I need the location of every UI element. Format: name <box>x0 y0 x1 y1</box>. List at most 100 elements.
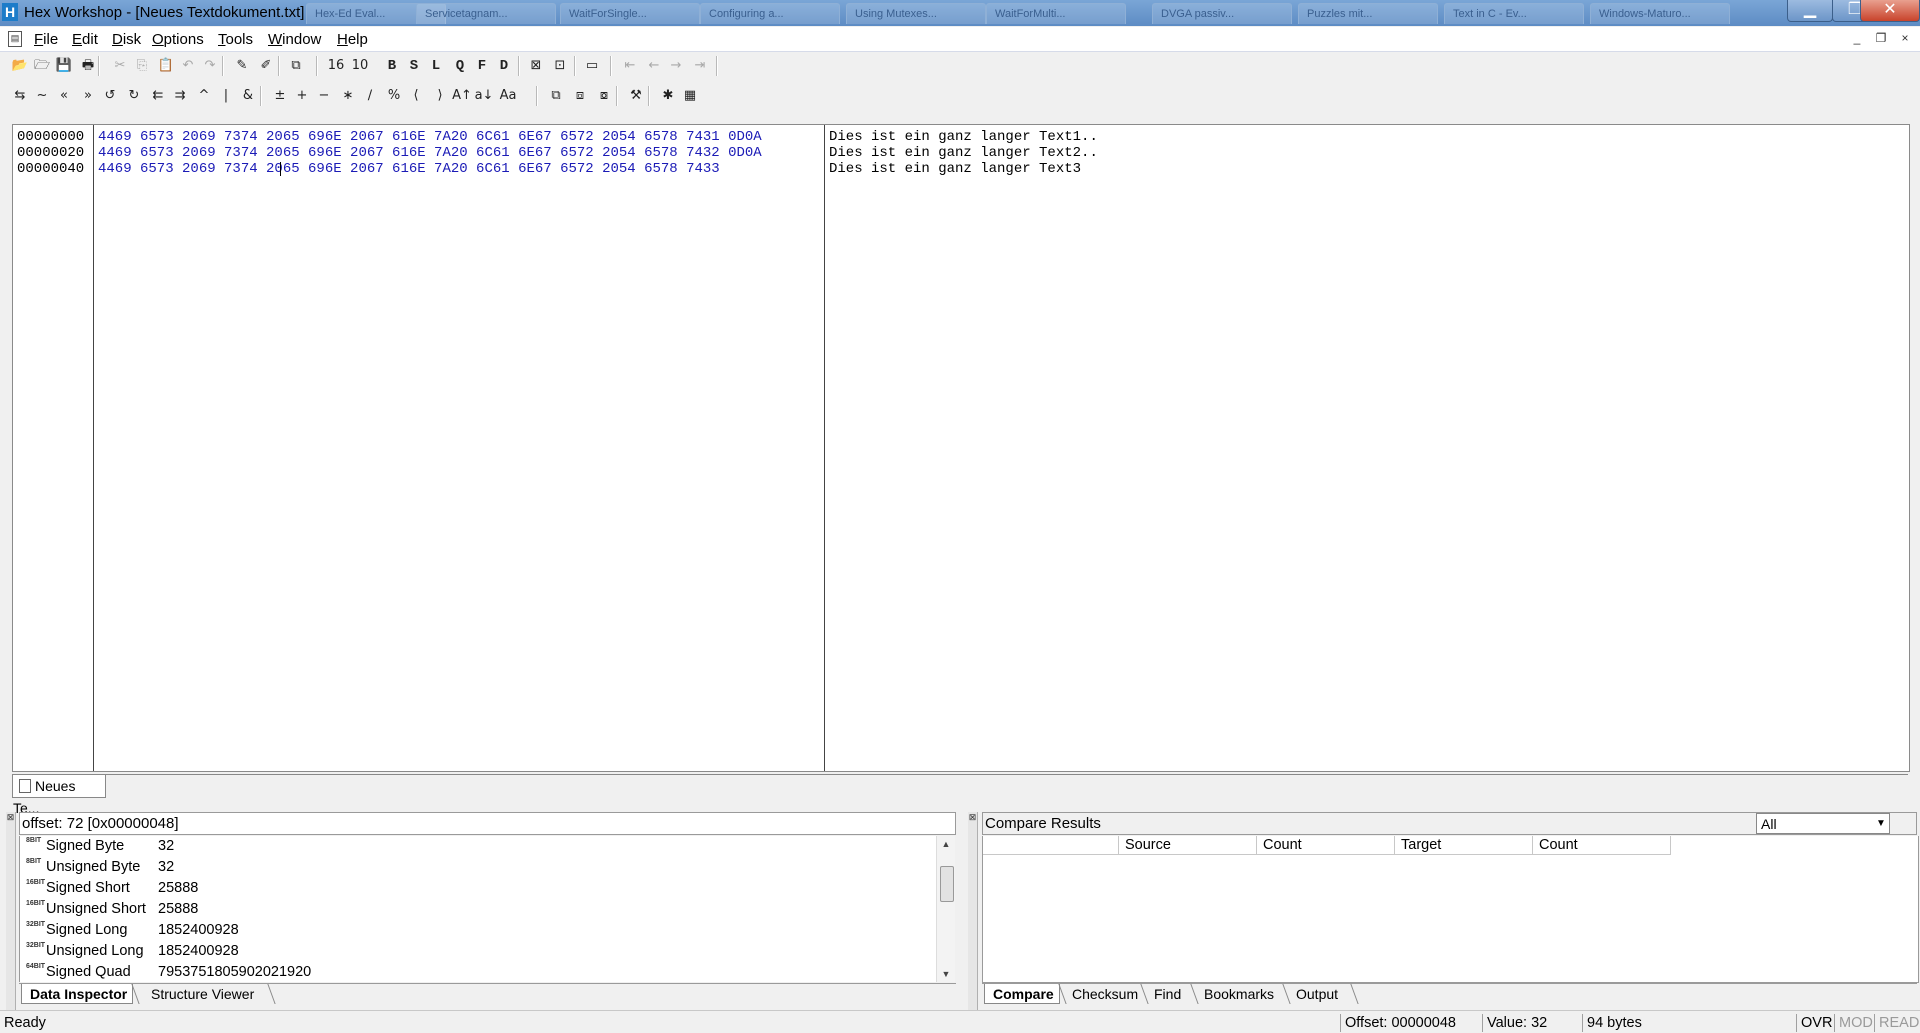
menu-edit[interactable]: Edit <box>72 31 98 48</box>
xor-icon[interactable]: ^ <box>194 86 214 106</box>
compare-icon[interactable]: ⧉ <box>546 86 566 106</box>
chip-icon[interactable]: ✱ <box>658 86 678 106</box>
inspector-row[interactable]: 64BIT Signed Quad 7953751805902021920 <box>20 962 937 982</box>
copy-icon[interactable]: ⎘ <box>132 56 152 76</box>
compare-dock-grip[interactable]: ⊠ <box>968 812 978 1010</box>
mdi-restore-button[interactable]: ❐ <box>1872 31 1890 47</box>
calculator-icon[interactable]: ▦ <box>680 86 700 106</box>
column-header[interactable]: Count <box>1533 836 1671 855</box>
menu-window[interactable]: Window <box>268 31 321 48</box>
upper-bound-icon[interactable]: ⟩ <box>430 86 450 106</box>
ascii-row[interactable]: Dies ist ein ganz langer Text2.. <box>829 145 1098 161</box>
not-icon[interactable]: ~ <box>32 86 52 106</box>
document-tab[interactable]: Neues Te... <box>12 775 106 816</box>
column-header[interactable]: Count <box>1257 836 1395 855</box>
background-window-tab[interactable]: Windows-Maturo... <box>1590 3 1730 24</box>
menu-help[interactable]: Help <box>337 31 368 48</box>
inspector-scrollbar[interactable]: ▲ ▼ <box>936 836 955 982</box>
open-icon[interactable]: 📂 <box>10 56 30 76</box>
background-window-tab[interactable]: Text in C - Ev... <box>1444 3 1584 24</box>
uppercase-icon[interactable]: A↑ <box>452 86 472 106</box>
hex-column[interactable]: 4469 6573 2069 7374 2065 696E 2067 616E … <box>94 125 825 771</box>
ascii-row[interactable]: Dies ist ein ganz langer Text1.. <box>829 129 1098 145</box>
compare-prev-icon[interactable]: ⧇ <box>594 86 614 106</box>
background-window-tab[interactable]: WaitForSingle... <box>560 3 700 24</box>
compare-next-icon[interactable]: ⧈ <box>570 86 590 106</box>
mdi-close-button[interactable]: × <box>1896 31 1914 47</box>
undo-icon[interactable]: ↶ <box>178 56 198 76</box>
hex-row[interactable]: 4469 6573 2069 7374 2065 696E 2067 616E … <box>98 161 720 177</box>
base-hex-icon[interactable]: 16 <box>326 56 346 76</box>
scroll-thumb[interactable] <box>940 866 954 902</box>
tab-bookmarks[interactable]: Bookmarks <box>1196 984 1284 1004</box>
byte-icon[interactable]: B <box>382 56 402 76</box>
inspector-row[interactable]: 32BIT Unsigned Long 1852400928 <box>20 941 937 962</box>
menu-file[interactable]: File <box>34 31 58 48</box>
goto-icon[interactable]: ⧉ <box>286 56 306 76</box>
rotate-right-icon[interactable]: ↻ <box>124 86 144 106</box>
column-header[interactable] <box>983 836 1119 855</box>
subtract-icon[interactable]: − <box>314 86 334 106</box>
tab-find[interactable]: Find <box>1146 984 1192 1004</box>
or-icon[interactable]: | <box>216 86 236 106</box>
compare-filter-select[interactable]: All ▼ <box>1756 813 1890 834</box>
scroll-down-icon[interactable]: ▼ <box>937 966 955 982</box>
add-icon[interactable]: + <box>292 86 312 106</box>
first-icon[interactable]: ⇤ <box>620 56 640 76</box>
window-icon[interactable]: ▭ <box>582 56 602 76</box>
hex-row[interactable]: 4469 6573 2069 7374 2065 696E 2067 616E … <box>98 129 762 145</box>
float-icon[interactable]: F <box>472 56 492 76</box>
background-window-tab[interactable]: Configuring a... <box>700 3 840 24</box>
column-header[interactable]: Source <box>1119 836 1257 855</box>
negate-icon[interactable]: ± <box>270 86 290 106</box>
inspector-row[interactable]: 8BIT Signed Byte 32 <box>20 836 937 857</box>
insert-mode-icon[interactable]: ⊡ <box>550 56 570 76</box>
quad-icon[interactable]: Q <box>450 56 470 76</box>
prev-icon[interactable]: ← <box>644 56 664 76</box>
ascii-row[interactable]: Dies ist ein ganz langer Text3 <box>829 161 1081 177</box>
background-window-tab[interactable]: WaitForMulti... <box>986 3 1126 24</box>
tab-compare[interactable]: Compare <box>984 984 1060 1004</box>
mdi-minimize-button[interactable]: _ <box>1848 31 1866 47</box>
inspector-dock-grip[interactable]: ⊠ <box>6 812 16 1010</box>
block-shift-left-icon[interactable]: ⇇ <box>148 86 168 106</box>
background-window-tab[interactable]: Using Mutexes... <box>846 3 986 24</box>
invert-case-icon[interactable]: Aa <box>498 86 518 106</box>
document-system-menu-icon[interactable]: ▤ <box>8 31 22 47</box>
paste-icon[interactable]: 📋 <box>156 56 176 76</box>
open-folder-icon[interactable]: 🗁 <box>32 56 52 76</box>
base-dec-icon[interactable]: 10 <box>350 56 370 76</box>
inspector-row[interactable]: 8BIT Unsigned Byte 32 <box>20 857 937 878</box>
double-icon[interactable]: D <box>494 56 514 76</box>
tools-icon[interactable]: ⚒ <box>626 86 646 106</box>
modulo-icon[interactable]: % <box>384 86 404 106</box>
cut-icon[interactable]: ✂ <box>110 56 130 76</box>
hex-row[interactable]: 4469 6573 2069 7374 2065 696E 2067 616E … <box>98 145 762 161</box>
inspector-row[interactable]: 32BIT Signed Long 1852400928 <box>20 920 937 941</box>
save-icon[interactable]: 💾 <box>54 56 74 76</box>
lower-bound-icon[interactable]: ⟨ <box>406 86 426 106</box>
tab-checksum[interactable]: Checksum <box>1064 984 1142 1004</box>
inspector-row[interactable]: 16BIT Unsigned Short 25888 <box>20 899 937 920</box>
divide-icon[interactable]: ∕ <box>360 86 380 106</box>
tab-output[interactable]: Output <box>1288 984 1352 1004</box>
tab-structure-viewer[interactable]: Structure Viewer <box>143 984 269 1004</box>
shift-left-icon[interactable]: « <box>54 86 74 106</box>
scroll-up-icon[interactable]: ▲ <box>937 836 955 852</box>
background-window-tab[interactable]: Servicetagnam... <box>416 3 556 24</box>
ascii-column[interactable]: Dies ist ein ganz langer Text1.. Dies is… <box>825 125 1909 771</box>
swap-icon[interactable]: ⇆ <box>10 86 30 106</box>
menu-disk[interactable]: Disk <box>112 31 141 48</box>
block-shift-right-icon[interactable]: ⇉ <box>170 86 190 106</box>
next-icon[interactable]: → <box>666 56 686 76</box>
inspector-row[interactable]: 16BIT Signed Short 25888 <box>20 878 937 899</box>
hex-editor[interactable]: 00000000 00000020 00000040 4469 6573 206… <box>12 124 1910 772</box>
redo-icon[interactable]: ↷ <box>200 56 220 76</box>
replace-icon[interactable]: ✐ <box>256 56 276 76</box>
and-icon[interactable]: & <box>238 86 258 106</box>
lowercase-icon[interactable]: a↓ <box>474 86 494 106</box>
edit-mode-icon[interactable]: ⊠ <box>526 56 546 76</box>
column-header[interactable]: Target <box>1395 836 1533 855</box>
shift-right-icon[interactable]: » <box>78 86 98 106</box>
tab-data-inspector[interactable]: Data Inspector <box>21 984 133 1004</box>
